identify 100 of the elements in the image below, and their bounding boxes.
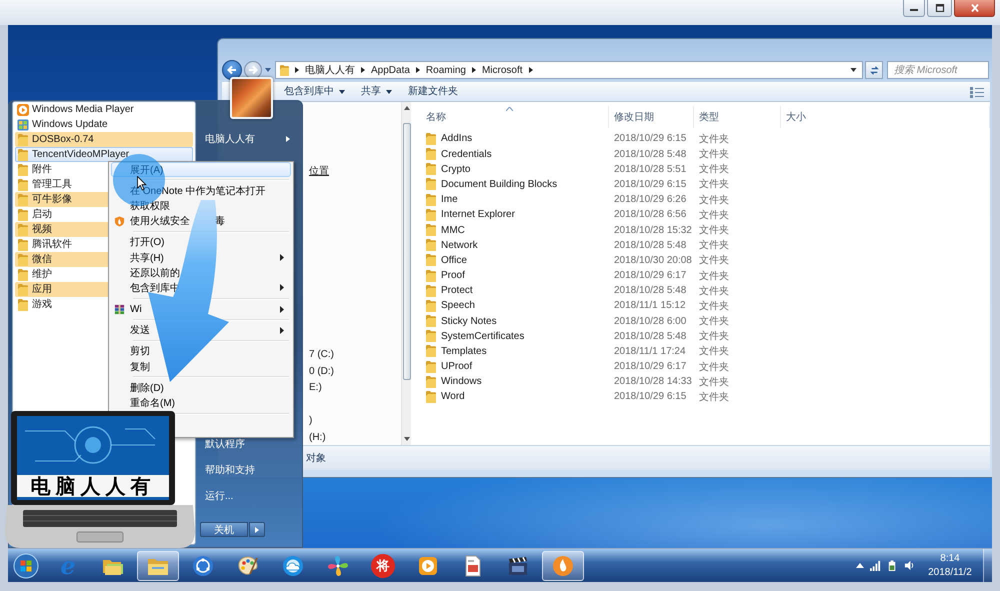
menu-item[interactable]: 打开(O) [111, 234, 291, 250]
file-name[interactable]: MMC [441, 224, 465, 236]
shutdown-options-button[interactable] [249, 522, 265, 537]
taskbar-button[interactable] [542, 550, 584, 580]
start-menu-link[interactable]: 帮助和支持 [199, 460, 255, 480]
file-type: 文件夹 [698, 148, 730, 162]
caret-up-icon[interactable] [856, 563, 864, 568]
column-header[interactable]: 大小 [781, 106, 990, 128]
maximize-button[interactable] [927, 0, 952, 17]
start-menu-link[interactable]: 默认程序 [199, 434, 245, 454]
file-name[interactable]: Network [441, 240, 478, 251]
toolbar-button[interactable]: 包含到库中 [280, 84, 349, 100]
start-menu-link[interactable]: 运行... [199, 486, 234, 506]
folder-icon [280, 64, 289, 76]
column-header[interactable]: 修改日期 [609, 106, 694, 128]
breadcrumb-item[interactable]: Roaming [426, 64, 466, 76]
drive-item[interactable]: (H:) [309, 432, 326, 444]
drive-item[interactable]: ) [309, 415, 312, 428]
program-item[interactable]: TencentVideoMPlayer [15, 147, 193, 162]
file-name[interactable]: Speech [441, 300, 475, 312]
scrollbar[interactable] [401, 102, 411, 445]
file-name[interactable]: Internet Explorer [441, 209, 515, 220]
status-text: 对象 [306, 452, 326, 465]
modified-date: 2018/10/28 5:48 [613, 240, 688, 251]
back-button[interactable] [222, 60, 242, 80]
file-name[interactable]: Crypto [441, 164, 470, 175]
menu-item[interactable]: 剪切 [111, 344, 291, 360]
program-item[interactable]: Windows Media Player [15, 102, 193, 118]
caret-right-icon[interactable] [361, 67, 365, 73]
menu-item[interactable]: 还原以前的 [111, 265, 291, 280]
file-type: 文件夹 [698, 390, 730, 404]
taskbar-button[interactable]: 将 [362, 550, 404, 580]
breadcrumb-item[interactable]: 电脑人人有 [305, 63, 355, 77]
speaker-icon[interactable] [904, 560, 915, 571]
file-name[interactable]: Document Building Blocks [441, 178, 558, 190]
show-desktop-button[interactable] [983, 549, 992, 582]
dropdown-caret-icon[interactable] [850, 68, 857, 72]
drive-item[interactable]: 7 (C:) [309, 348, 334, 361]
folder-icon [17, 178, 29, 191]
toolbar-button[interactable]: 共享 [357, 84, 396, 100]
modified-date: 2018/10/29 6:15 [613, 178, 688, 190]
file-name[interactable]: Sticky Notes [441, 316, 497, 327]
drive-item[interactable]: E:) [309, 382, 322, 394]
file-name[interactable]: UProof [441, 361, 472, 372]
modified-date: 2018/10/29 6:26 [613, 194, 688, 206]
caret-right-icon[interactable] [295, 67, 299, 73]
column-header[interactable]: 名称 [411, 106, 609, 128]
toolbar-button[interactable]: 新建文件夹 [404, 84, 462, 100]
submenu-arrow-icon [280, 326, 284, 334]
scrollbar-thumb[interactable] [402, 123, 410, 380]
file-name[interactable]: Protect [441, 285, 473, 296]
photo-placeholder[interactable] [230, 77, 273, 119]
file-name[interactable]: Proof [441, 270, 465, 282]
refresh-button[interactable] [865, 61, 883, 79]
file-name[interactable]: Credentials [441, 148, 492, 160]
folder-icon [17, 134, 29, 146]
search-field[interactable]: 搜索 Microsoft [887, 61, 989, 79]
nav-link[interactable]: 位置 [309, 166, 329, 178]
program-item[interactable]: DOSBox-0.74 [15, 132, 193, 148]
address-bar[interactable]: 电脑人人有 AppData Roaming Microsoft [275, 61, 863, 79]
droplet-icon [551, 554, 575, 578]
menu-item[interactable]: 复制 [111, 359, 291, 374]
caret-right-icon[interactable] [416, 67, 420, 73]
modified-date: 2018/10/28 15:32 [613, 224, 693, 236]
signal-bars-icon[interactable] [870, 560, 881, 571]
caret-right-icon[interactable] [472, 67, 476, 73]
taskbar-button[interactable] [137, 550, 179, 580]
caret-right-icon [286, 136, 290, 142]
user-folder-link[interactable]: 电脑人人有 [199, 131, 296, 147]
menu-item[interactable]: 发送 [111, 322, 291, 338]
file-name[interactable]: SystemCertificates [441, 330, 524, 342]
scroll-up-icon[interactable] [404, 106, 410, 110]
drive-item[interactable]: 0 (D:) [309, 366, 334, 378]
menu-item[interactable]: 重命名(M) [111, 395, 291, 411]
column-header[interactable]: 类型 [694, 106, 781, 128]
breadcrumb-item[interactable]: AppData [371, 64, 410, 76]
minimize-button[interactable] [903, 0, 925, 17]
file-name[interactable]: Templates [441, 346, 487, 357]
submenu-arrow-icon [280, 306, 284, 313]
file-name[interactable]: Office [441, 254, 467, 266]
menu-item[interactable]: 删除(D) [111, 380, 291, 396]
scroll-down-icon[interactable] [404, 437, 410, 441]
shutdown-button[interactable]: 关机 [200, 522, 248, 537]
folder-icon [17, 148, 29, 161]
caret-right-icon[interactable] [528, 67, 533, 73]
modified-date: 2018/10/28 5:48 [613, 148, 688, 160]
file-name[interactable]: Windows [441, 376, 482, 388]
breadcrumb-item[interactable]: Microsoft [482, 64, 523, 76]
file-type: 文件夹 [698, 376, 730, 389]
program-item[interactable]: Windows Update [15, 117, 193, 132]
file-name[interactable]: Word [441, 391, 465, 402]
modified-date: 2018/10/29 6:17 [613, 361, 688, 372]
file-name[interactable]: Ime [441, 194, 458, 206]
folder-icon [17, 238, 29, 251]
close-button[interactable] [954, 0, 995, 17]
caret-down-icon[interactable] [265, 68, 271, 72]
file-name[interactable]: AddIns [441, 133, 472, 144]
view-options-button[interactable] [970, 86, 984, 98]
battery-icon[interactable] [887, 560, 898, 571]
view-options-icon [970, 86, 984, 98]
